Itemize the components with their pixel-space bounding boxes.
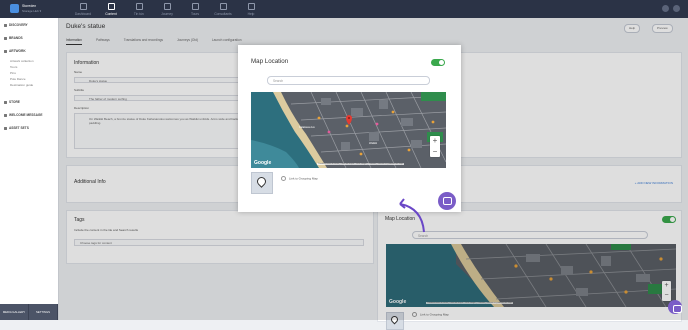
nav-help[interactable]: Help [238,3,264,16]
sidebar-subitem[interactable]: Tours [10,65,17,69]
sidebar-bottom-bar: MEDIA GALLERY SETTINGS [0,304,58,320]
content-icon [107,3,115,10]
sidebar-item-asset-sets[interactable]: ASSET SETS [4,126,29,130]
sidebar-subitem[interactable]: Pins [10,71,16,75]
sidebar-subitem[interactable]: Artwork collection [10,59,34,63]
sidebar-item-brands[interactable]: BRANDS [4,36,23,40]
zoom-in-button[interactable]: + [430,136,440,147]
map-view[interactable]: Kalakaua Ave Waikiki + − Google Combinac… [251,92,446,168]
nav-consultants[interactable]: Consultants [210,3,236,16]
top-icons [662,5,680,12]
artwork-icon [4,49,7,53]
radio-icon[interactable] [281,176,286,181]
sidebar-subitem[interactable]: Destination guide [10,83,33,87]
nav-journey[interactable]: Journey [154,3,180,16]
nav-tours[interactable]: Tours [182,3,208,16]
brands-icon [4,36,7,40]
discovery-icon [4,23,7,27]
annotation-arrow [399,198,425,233]
map-attribution: Combinaciones de teclas | Datos del mapa… [317,163,405,165]
app-logo[interactable] [10,4,19,13]
top-bar: Storeden Storage Hub ▾ Dashboard Content… [0,0,688,18]
app-name: Storeden [22,4,37,8]
map-image: Kalakaua Ave Waikiki [251,92,446,168]
news-icon [135,3,143,10]
map-pin-icon [255,175,268,188]
map-area-label: Waikiki [369,141,378,145]
sidebar-item-welcome-message[interactable]: WELCOME MESSAGE [4,113,42,117]
journey-icon [163,3,171,10]
google-logo: Google [254,160,272,166]
help-icon [247,3,255,10]
map-zoom-control: + − [430,136,440,157]
nav-content[interactable]: Content [98,3,124,16]
dashboard-icon [79,3,87,10]
user-avatar[interactable] [673,5,680,12]
app-switcher[interactable]: Storage Hub ▾ [22,9,41,13]
modal-title: Map Location [251,58,289,65]
media-gallery-button[interactable]: MEDIA GALLERY [0,304,29,320]
message-icon [4,113,7,117]
map-street-label: Kalakaua Ave [299,125,315,129]
zoom-out-button[interactable]: − [430,147,440,158]
map-pin-thumbnail[interactable] [251,172,273,194]
sidebar: DISCOVERY BRANDS ARTWORK Artwork collect… [0,18,59,320]
consultants-icon [219,3,227,10]
chat-fab-button-bottom[interactable] [668,300,682,314]
sidebar-item-discovery[interactable]: DISCOVERY [4,23,28,27]
settings-button[interactable]: SETTINGS [29,304,58,320]
map-location-modal: Map Location Search Kalakaua Ave Waikiki… [238,45,461,212]
nav-tin-tuc[interactable]: Tin tức [126,3,152,16]
map-search-input[interactable]: Search [267,76,430,85]
tours-icon [191,3,199,10]
sidebar-item-artwork[interactable]: ARTWORK [4,49,26,53]
notifications-icon[interactable] [662,5,669,12]
chat-fab-button[interactable] [438,192,456,210]
sidebar-subitem[interactable]: Pole Dance [10,77,26,81]
asset-icon [4,126,7,130]
map-location-toggle[interactable] [431,59,445,66]
nav-dashboard[interactable]: Dashboard [70,3,96,16]
link-grouping-map-row[interactable]: Link to Grouping Map [281,176,318,181]
store-icon [4,100,7,104]
sidebar-item-store[interactable]: STORE [4,100,20,104]
